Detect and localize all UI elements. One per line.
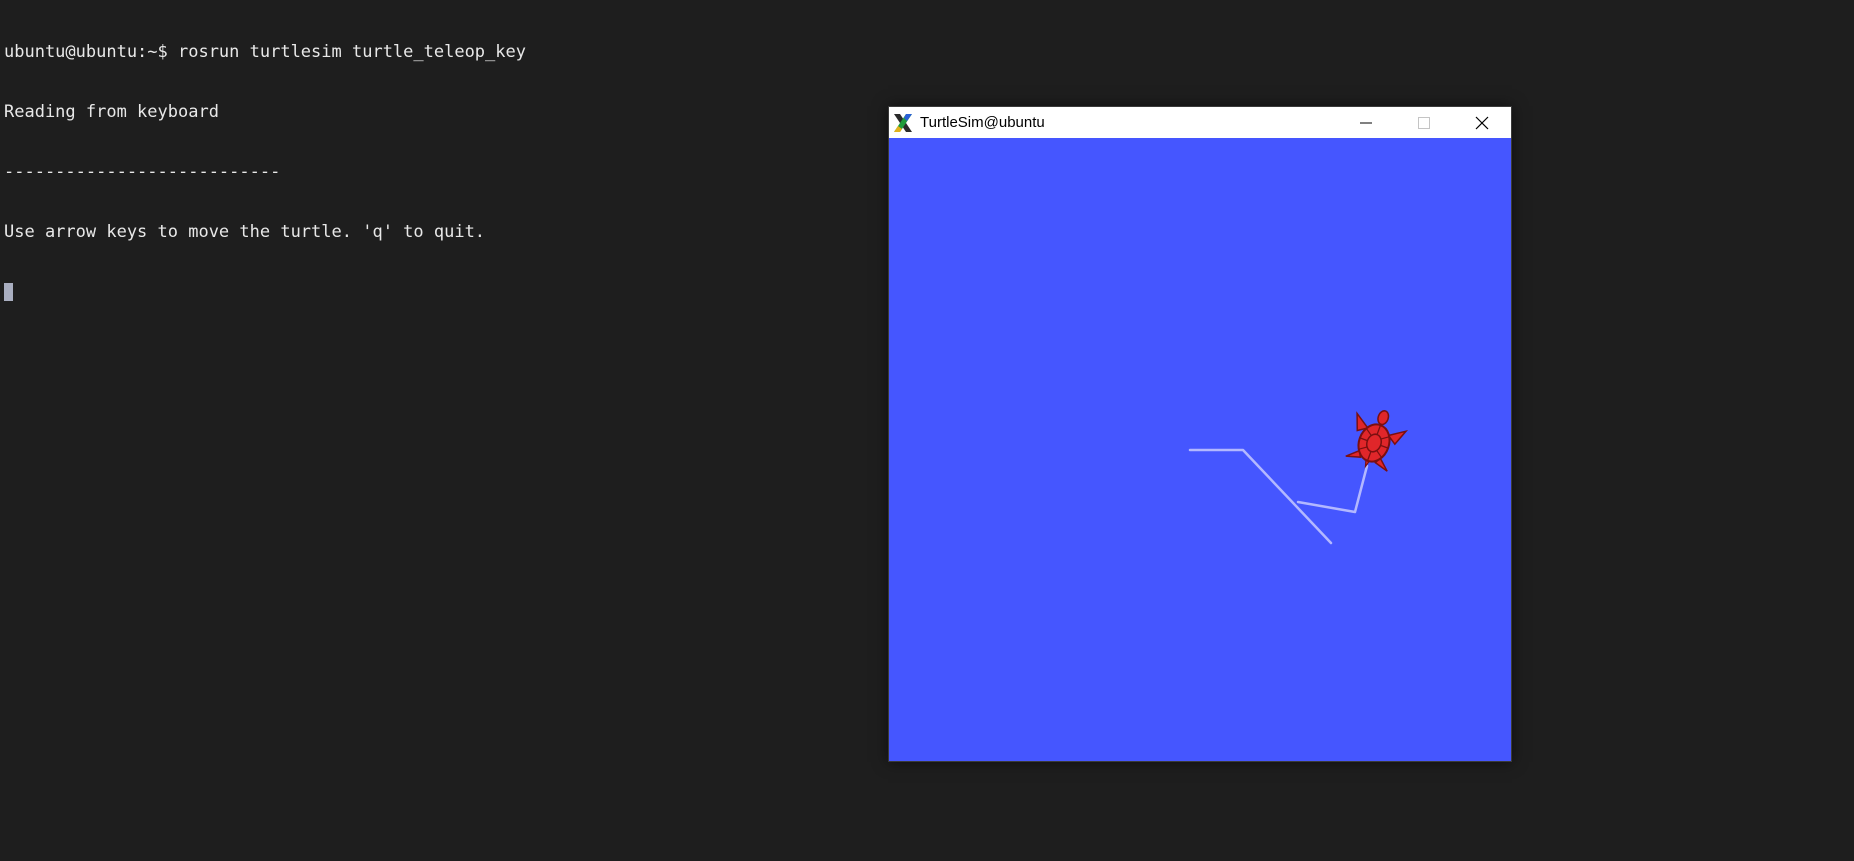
turtlesim-window[interactable]: TurtleSim@ubuntu (888, 106, 1512, 762)
minimize-icon (1360, 122, 1372, 123)
maximize-icon (1418, 116, 1430, 129)
terminal-cursor (4, 283, 13, 301)
window-title: TurtleSim@ubuntu (920, 114, 1045, 131)
turtle-icon (1345, 410, 1409, 472)
close-icon (1475, 116, 1489, 129)
turtlesim-canvas (889, 138, 1511, 761)
turtle-drawing (1188, 410, 1409, 545)
close-button[interactable] (1453, 107, 1511, 138)
terminal-command-line: ubuntu@ubuntu:~$ rosrun turtlesim turtle… (4, 42, 526, 62)
minimize-button[interactable] (1337, 107, 1395, 138)
turtle-trail (1188, 448, 1333, 545)
x11-icon (894, 113, 912, 132)
window-titlebar[interactable]: TurtleSim@ubuntu (889, 107, 1511, 138)
maximize-button[interactable] (1395, 107, 1453, 138)
turtle-trail (1296, 464, 1369, 514)
